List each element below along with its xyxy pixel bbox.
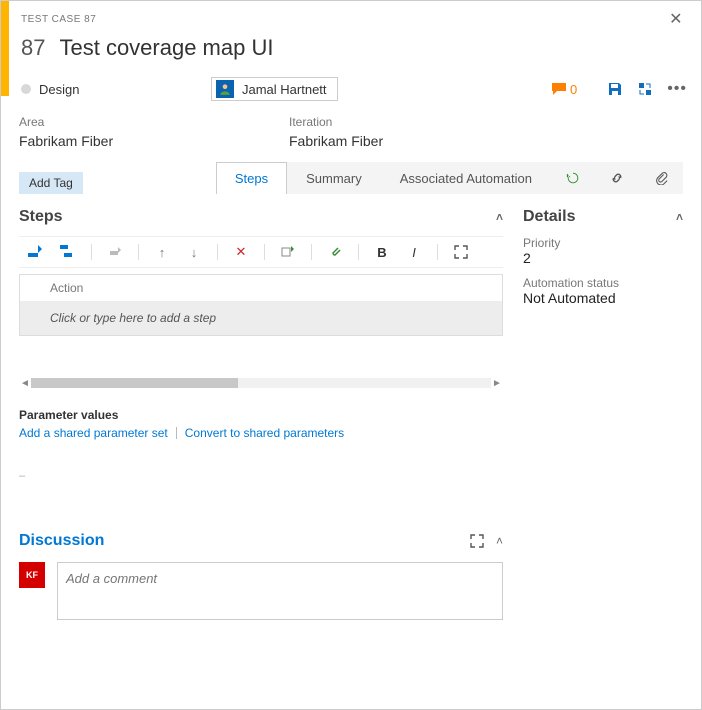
- tab-attachments[interactable]: [639, 162, 683, 194]
- horizontal-scrollbar[interactable]: ◄ ►: [19, 376, 503, 390]
- attachment-icon: [654, 171, 668, 185]
- priority-label: Priority: [523, 236, 683, 250]
- steps-toolbar: ↑ ↓ ✕ B I: [19, 236, 503, 268]
- insert-shared-step-icon[interactable]: [59, 243, 77, 261]
- scroll-thumb[interactable]: [31, 378, 238, 388]
- work-item-id: 87: [21, 35, 45, 61]
- steps-section-title: Steps: [19, 208, 63, 226]
- collapsed-section-indicator[interactable]: –: [19, 470, 503, 482]
- column-action-header: Action: [20, 275, 502, 301]
- assignee-picker[interactable]: Jamal Hartnett: [211, 77, 338, 101]
- priority-value[interactable]: 2: [523, 250, 683, 266]
- comment-indicator[interactable]: 0: [552, 82, 577, 97]
- steps-grid: Action Click or type here to add a step: [19, 274, 503, 336]
- work-item-dialog: TEST CASE 87 ✕ 87 Test coverage map UI D…: [0, 0, 702, 710]
- tab-history[interactable]: [551, 162, 595, 194]
- save-icon[interactable]: [607, 81, 623, 97]
- tab-automation[interactable]: Associated Automation: [381, 162, 551, 194]
- insert-step-icon[interactable]: [27, 243, 45, 261]
- fullscreen-icon[interactable]: [452, 243, 470, 261]
- comment-icon: [552, 83, 566, 95]
- details-section-title: Details: [523, 208, 575, 226]
- state-dot-icon: [21, 84, 31, 94]
- refresh-icon[interactable]: [637, 81, 653, 97]
- add-shared-parameter-link[interactable]: Add a shared parameter set: [19, 426, 168, 440]
- delete-step-icon[interactable]: ✕: [232, 243, 250, 261]
- iteration-value[interactable]: Fabrikam Fiber: [289, 133, 519, 149]
- more-actions-icon[interactable]: •••: [667, 80, 687, 98]
- collapse-discussion-icon[interactable]: ˄: [496, 534, 503, 548]
- collapse-steps-icon[interactable]: ˄: [496, 210, 503, 224]
- move-up-icon[interactable]: ↑: [153, 243, 171, 261]
- link-icon: [610, 171, 624, 185]
- scroll-right-icon[interactable]: ►: [491, 378, 503, 389]
- iteration-label: Iteration: [289, 115, 519, 129]
- history-icon: [566, 171, 580, 185]
- tab-bar: Steps Summary Associated Automation: [216, 161, 683, 194]
- area-value[interactable]: Fabrikam Fiber: [19, 133, 249, 149]
- assignee-name: Jamal Hartnett: [242, 82, 327, 97]
- convert-shared-parameters-link[interactable]: Convert to shared parameters: [185, 426, 344, 440]
- add-attachment-step-icon[interactable]: [326, 243, 344, 261]
- move-down-icon[interactable]: ↓: [185, 243, 203, 261]
- tab-summary[interactable]: Summary: [287, 162, 381, 194]
- comment-count: 0: [570, 82, 577, 97]
- automation-status-label: Automation status: [523, 276, 683, 290]
- accent-bar: [1, 1, 9, 96]
- state-picker[interactable]: Design: [21, 82, 211, 97]
- italic-icon[interactable]: I: [405, 243, 423, 261]
- collapse-details-icon[interactable]: ˄: [676, 210, 683, 224]
- insert-param-icon[interactable]: [279, 243, 297, 261]
- state-label: Design: [39, 82, 79, 97]
- bold-icon[interactable]: B: [373, 243, 391, 261]
- user-avatar: KF: [19, 562, 45, 588]
- comment-input[interactable]: [57, 562, 503, 620]
- close-icon[interactable]: ✕: [665, 9, 687, 29]
- tab-steps[interactable]: Steps: [216, 162, 287, 194]
- parameter-values-heading: Parameter values: [19, 408, 503, 422]
- fullscreen-discussion-icon[interactable]: [470, 534, 484, 548]
- add-step-placeholder[interactable]: Click or type here to add a step: [20, 301, 502, 335]
- work-item-type-label: TEST CASE 87: [21, 14, 96, 25]
- avatar-icon: [216, 80, 234, 98]
- automation-status-value[interactable]: Not Automated: [523, 290, 683, 306]
- scroll-left-icon[interactable]: ◄: [19, 378, 31, 389]
- work-item-title[interactable]: Test coverage map UI: [59, 35, 273, 61]
- create-shared-steps-icon[interactable]: [106, 243, 124, 261]
- add-tag-button[interactable]: Add Tag: [19, 172, 83, 194]
- area-label: Area: [19, 115, 249, 129]
- tab-links[interactable]: [595, 162, 639, 194]
- discussion-title: Discussion: [19, 532, 104, 550]
